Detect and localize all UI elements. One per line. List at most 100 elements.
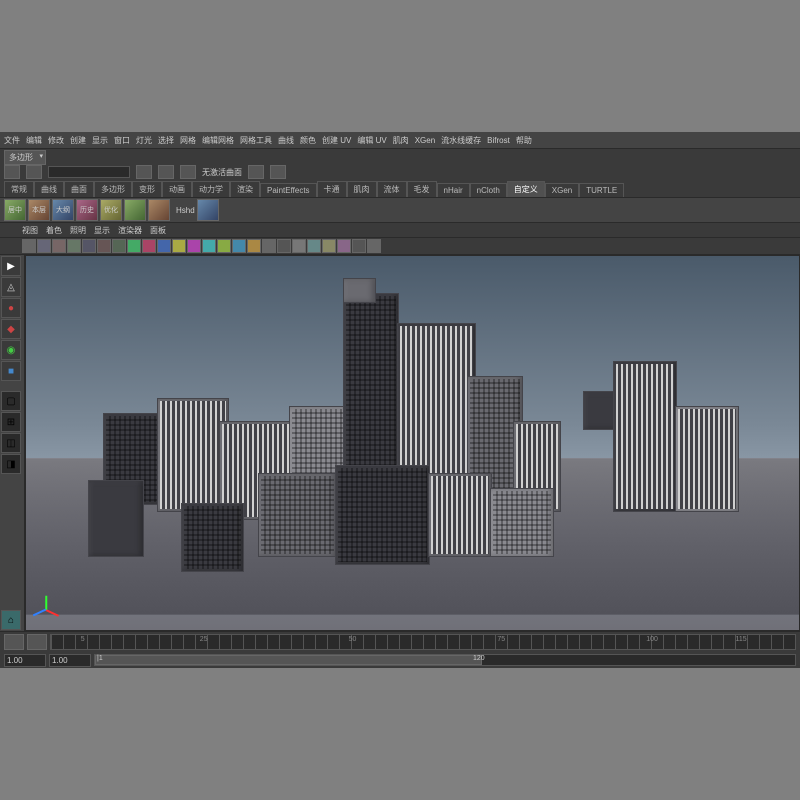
tab-render[interactable]: 渲染	[230, 181, 260, 197]
menu-pipeline-cache[interactable]: 流水线缓存	[441, 135, 481, 146]
shelf-icon-6[interactable]	[124, 199, 146, 221]
viewport-3d[interactable]	[25, 255, 800, 631]
select-tool-icon[interactable]: ▶	[1, 256, 21, 276]
tab-general[interactable]: 常规	[4, 181, 34, 197]
menu-xgen[interactable]: XGen	[415, 136, 435, 145]
tab-toon[interactable]: 卡通	[317, 181, 347, 197]
tab-dyn[interactable]: 动力学	[192, 181, 230, 197]
menu-display[interactable]: 显示	[92, 135, 108, 146]
scale-tool-icon[interactable]: ■	[1, 361, 21, 381]
range-start-input[interactable]	[4, 654, 46, 667]
panel-icon[interactable]	[262, 239, 276, 253]
menu-create[interactable]: 创建	[70, 135, 86, 146]
menu-color[interactable]: 颜色	[300, 135, 316, 146]
panel-icon[interactable]	[247, 239, 261, 253]
panel-icon[interactable]	[337, 239, 351, 253]
panel-menu-panels[interactable]: 面板	[150, 225, 166, 236]
menu-muscle[interactable]: 肌肉	[393, 135, 409, 146]
shelf-icon-8[interactable]	[197, 199, 219, 221]
panel-icon[interactable]	[172, 239, 186, 253]
tab-poly[interactable]: 多边形	[94, 181, 132, 197]
menu-edit-uv[interactable]: 编辑 UV	[357, 135, 386, 146]
paint-tool-icon[interactable]: ●	[1, 298, 21, 318]
tab-anim[interactable]: 动画	[162, 181, 192, 197]
status-btn-7[interactable]	[270, 165, 286, 179]
layout-four-icon[interactable]: ⊞	[1, 412, 21, 432]
panel-icon[interactable]	[112, 239, 126, 253]
panel-icon[interactable]	[187, 239, 201, 253]
panel-icon[interactable]	[232, 239, 246, 253]
menu-window[interactable]: 窗口	[114, 135, 130, 146]
menu-mesh[interactable]: 网格	[180, 135, 196, 146]
time-slider[interactable]: 5 25 50 75 100 115	[50, 634, 796, 650]
status-btn-4[interactable]	[158, 165, 174, 179]
shelf-icon-3[interactable]: 大纲	[52, 199, 74, 221]
tab-fluid[interactable]: 流体	[377, 181, 407, 197]
range-playback-start-input[interactable]	[49, 654, 91, 667]
mode-dropdown[interactable]: 多边形	[4, 150, 46, 165]
timeline-btn-1[interactable]	[4, 634, 24, 650]
panel-icon[interactable]	[142, 239, 156, 253]
shelf-icon-1[interactable]: 居中	[4, 199, 26, 221]
menu-edit-mesh[interactable]: 编辑网格	[202, 135, 234, 146]
panel-icon[interactable]	[37, 239, 51, 253]
tab-nhair[interactable]: nHair	[437, 183, 470, 197]
status-btn-5[interactable]	[180, 165, 196, 179]
panel-icon[interactable]	[22, 239, 36, 253]
status-btn-6[interactable]	[248, 165, 264, 179]
menu-light[interactable]: 灯光	[136, 135, 152, 146]
panel-icon[interactable]	[322, 239, 336, 253]
layout-single-icon[interactable]: ▢	[1, 391, 21, 411]
panel-icon[interactable]	[277, 239, 291, 253]
menu-create-uv[interactable]: 创建 UV	[322, 135, 351, 146]
status-btn-3[interactable]	[136, 165, 152, 179]
panel-icon[interactable]	[202, 239, 216, 253]
panel-icon[interactable]	[67, 239, 81, 253]
panel-icon[interactable]	[82, 239, 96, 253]
move-tool-icon[interactable]: ◆	[1, 319, 21, 339]
shelf-icon-7[interactable]	[148, 199, 170, 221]
range-slider-thumb[interactable]	[95, 655, 482, 665]
tab-surfaces[interactable]: 曲面	[64, 181, 94, 197]
panel-icon[interactable]	[127, 239, 141, 253]
panel-icon[interactable]	[292, 239, 306, 253]
rotate-tool-icon[interactable]: ◉	[1, 340, 21, 360]
menu-file[interactable]: 文件	[4, 135, 20, 146]
tab-curves[interactable]: 曲线	[34, 181, 64, 197]
tab-hair[interactable]: 毛发	[407, 181, 437, 197]
tab-muscle[interactable]: 肌肉	[347, 181, 377, 197]
panel-menu-renderer[interactable]: 渲染器	[118, 225, 142, 236]
panel-icon[interactable]	[97, 239, 111, 253]
menu-curves[interactable]: 曲线	[278, 135, 294, 146]
tab-pfx[interactable]: PaintEffects	[260, 183, 317, 197]
panel-menu-show[interactable]: 显示	[94, 225, 110, 236]
panel-icon[interactable]	[367, 239, 381, 253]
shelf-icon-5[interactable]: 优化	[100, 199, 122, 221]
panel-menu-view[interactable]: 视图	[22, 225, 38, 236]
panel-icon[interactable]	[52, 239, 66, 253]
panel-icon[interactable]	[157, 239, 171, 253]
panel-icon[interactable]	[352, 239, 366, 253]
status-input-1[interactable]	[48, 166, 130, 178]
timeline-btn-2[interactable]	[27, 634, 47, 650]
panel-icon[interactable]	[217, 239, 231, 253]
lasso-tool-icon[interactable]: ◬	[1, 277, 21, 297]
menu-select[interactable]: 选择	[158, 135, 174, 146]
menu-help[interactable]: 帮助	[516, 135, 532, 146]
tab-deform[interactable]: 变形	[132, 181, 162, 197]
menu-mesh-tools[interactable]: 网格工具	[240, 135, 272, 146]
shelf-icon-4[interactable]: 历史	[76, 199, 98, 221]
layout-three-icon[interactable]: ◨	[1, 454, 21, 474]
tab-turtle[interactable]: TURTLE	[579, 183, 624, 197]
status-btn-1[interactable]	[4, 165, 20, 179]
menu-edit[interactable]: 编辑	[26, 135, 42, 146]
tab-ncloth[interactable]: nCloth	[470, 183, 507, 197]
panel-menu-lighting[interactable]: 照明	[70, 225, 86, 236]
menu-bifrost[interactable]: Bifrost	[487, 136, 510, 145]
status-btn-2[interactable]	[26, 165, 42, 179]
tab-custom[interactable]: 自定义	[507, 181, 545, 197]
menu-modify[interactable]: 修改	[48, 135, 64, 146]
toolbox-bottom-icon[interactable]: ⌂	[1, 610, 21, 630]
range-slider[interactable]: |1 120	[94, 654, 796, 666]
shelf-icon-2[interactable]: 本层	[28, 199, 50, 221]
